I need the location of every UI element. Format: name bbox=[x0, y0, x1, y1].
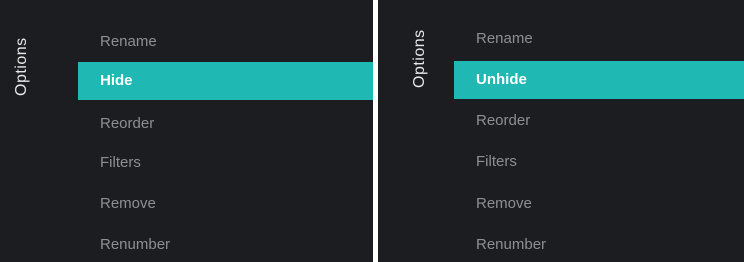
options-title: Options bbox=[13, 37, 30, 97]
options-screen-left: Options Rename Hide Reorder Filters Remo… bbox=[0, 0, 373, 262]
menu-item-remove[interactable]: Remove bbox=[78, 185, 373, 223]
menu-item-remove[interactable]: Remove bbox=[454, 185, 744, 223]
menu-item-rename[interactable]: Rename bbox=[78, 23, 373, 61]
menu-item-renumber[interactable]: Renumber bbox=[454, 226, 744, 262]
menu-item-rename[interactable]: Rename bbox=[454, 20, 744, 58]
menu-item-reorder[interactable]: Reorder bbox=[454, 102, 744, 140]
menu-item-unhide[interactable]: Unhide bbox=[454, 61, 744, 99]
menu-item-renumber[interactable]: Renumber bbox=[78, 226, 373, 262]
menu-item-filters[interactable]: Filters bbox=[78, 144, 373, 182]
menu-item-hide[interactable]: Hide bbox=[78, 62, 373, 100]
menu-item-filters[interactable]: Filters bbox=[454, 143, 744, 181]
options-title: Options bbox=[411, 29, 428, 89]
menu-item-reorder[interactable]: Reorder bbox=[78, 105, 373, 143]
options-screen-right: Options Rename Unhide Reorder Filters Re… bbox=[378, 0, 744, 262]
